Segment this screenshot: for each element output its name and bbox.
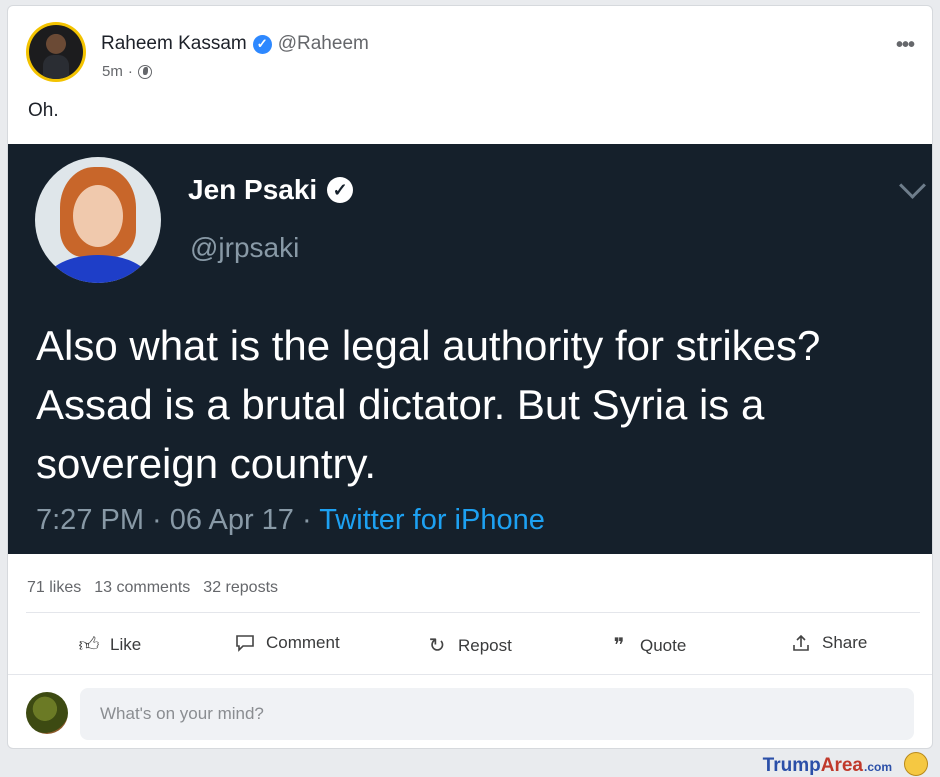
- post-card: Raheem Kassam ✓ @Raheem 5m · ••• Oh. Jen…: [7, 5, 933, 749]
- watermark-tld: .com: [863, 760, 892, 774]
- verified-icon: ✓: [252, 34, 272, 54]
- author-handle[interactable]: @Raheem: [278, 33, 369, 55]
- share-label: Share: [822, 633, 868, 652]
- globe-icon: [137, 64, 152, 79]
- tweet-text: Also what is the legal authority for str…: [36, 322, 821, 487]
- post-timestamp[interactable]: 5m: [102, 63, 123, 80]
- author-avatar[interactable]: [26, 22, 86, 82]
- post-header: Raheem Kassam ✓ @Raheem 5m · •••: [8, 6, 932, 96]
- repost-button[interactable]: ↻ Repost: [426, 633, 512, 658]
- tweet-meta: 7:27 PM · 06 Apr 17 · Twitter for iPhone: [36, 504, 545, 537]
- share-icon: [790, 633, 812, 653]
- tweet-verified-icon: ✓: [327, 177, 354, 203]
- divider: [8, 674, 932, 675]
- chevron-down-icon: [899, 172, 926, 199]
- tweet-avatar: [35, 157, 161, 283]
- post-meta: 5m ·: [102, 63, 152, 80]
- comments-count[interactable]: 13 comments: [94, 579, 190, 597]
- tweet-time: 7:27 PM · 06 Apr 17 ·: [36, 504, 320, 536]
- repost-icon: ↻: [428, 635, 446, 657]
- quote-icon: ❞: [613, 635, 625, 657]
- tweet-author-handle: @jrpsaki: [190, 232, 300, 263]
- more-icon[interactable]: •••: [896, 34, 915, 57]
- author-name[interactable]: Raheem Kassam: [101, 33, 247, 55]
- tweet-name-line: Jen Psaki ✓: [188, 174, 354, 206]
- quote-button[interactable]: ❞ Quote: [608, 633, 687, 658]
- share-button[interactable]: Share: [790, 633, 867, 653]
- reposts-count[interactable]: 32 reposts: [203, 579, 278, 597]
- author-line: Raheem Kassam ✓ @Raheem: [101, 33, 369, 55]
- tweet-author-name: Jen Psaki: [188, 174, 318, 205]
- comment-icon: [234, 634, 256, 652]
- watermark-trump: Trump: [762, 755, 821, 776]
- like-button[interactable]: 👍︎ Like: [78, 633, 142, 657]
- embedded-tweet-image[interactable]: Jen Psaki ✓ @jrpsaki Also what is the le…: [8, 144, 932, 554]
- composer-avatar: [26, 692, 68, 734]
- watermark-face-icon: [904, 752, 928, 776]
- post-text: Oh.: [28, 100, 59, 121]
- watermark-area: Area: [820, 755, 863, 776]
- post-stats: 71 likes 13 comments 32 reposts: [27, 579, 278, 597]
- meta-separator: ·: [127, 63, 133, 80]
- action-bar: 👍︎ Like Comment ↻ Repost ❞ Quote Share: [8, 621, 932, 671]
- like-label: Like: [110, 635, 142, 654]
- divider: [26, 612, 920, 613]
- watermark-logo: Trump Area .com: [763, 755, 892, 777]
- comment-label: Comment: [266, 633, 340, 652]
- likes-count[interactable]: 71 likes: [27, 579, 81, 597]
- quote-label: Quote: [640, 635, 687, 655]
- comment-button[interactable]: Comment: [234, 633, 340, 653]
- composer-input[interactable]: [80, 688, 914, 740]
- repost-label: Repost: [458, 635, 512, 655]
- tweet-source: Twitter for iPhone: [319, 504, 545, 536]
- like-icon: 👍︎: [78, 634, 100, 656]
